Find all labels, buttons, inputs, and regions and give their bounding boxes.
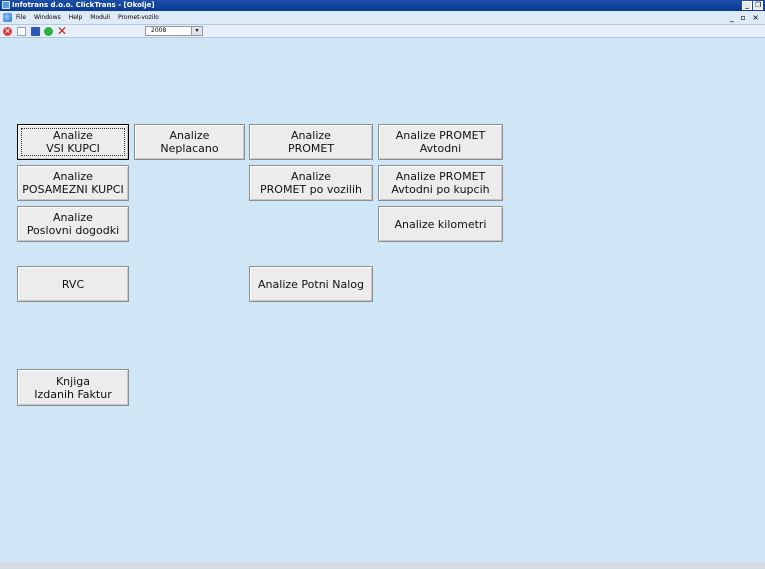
save-icon[interactable] bbox=[31, 27, 40, 36]
mdi-document-icon[interactable] bbox=[3, 13, 12, 22]
window-titlebar: Infotrans d.o.o. ClickTrans - [Okolje] _… bbox=[0, 0, 765, 11]
analize-promet-avtodni-button[interactable]: Analize PROMET Avtodni bbox=[378, 124, 503, 160]
restore-button[interactable]: ❐ bbox=[753, 1, 763, 10]
status-bar bbox=[0, 562, 765, 569]
toolbar: × ✕ 2008 ▾ bbox=[0, 25, 765, 38]
stop-icon[interactable]: × bbox=[3, 27, 12, 36]
analize-promet-button[interactable]: Analize PROMET bbox=[249, 124, 373, 160]
menu-help[interactable]: Help bbox=[69, 14, 83, 21]
year-select[interactable]: 2008 ▾ bbox=[145, 26, 203, 36]
analize-potni-nalog-button[interactable]: Analize Potni Nalog bbox=[249, 266, 373, 302]
analize-posamezni-kupci-button[interactable]: Analize POSAMEZNI KUPCI bbox=[17, 165, 129, 201]
analize-vsi-kupci-button[interactable]: Analize VSI KUPCI bbox=[17, 124, 129, 160]
year-value: 2008 bbox=[151, 27, 167, 34]
menu: File Windows Help Moduli Promet-vozilo bbox=[16, 11, 165, 24]
mdi-window-controls[interactable]: _ ▫ × bbox=[730, 11, 761, 24]
knjiga-izdanih-faktur-button[interactable]: Knjiga Izdanih Faktur bbox=[17, 369, 129, 406]
app-icon bbox=[2, 1, 10, 9]
analize-neplacano-button[interactable]: Analize Neplacano bbox=[134, 124, 245, 160]
delete-icon[interactable]: ✕ bbox=[57, 25, 67, 37]
analize-poslovni-dogodki-button[interactable]: Analize Poslovni dogodki bbox=[17, 206, 129, 242]
rvc-button[interactable]: RVC bbox=[17, 266, 129, 302]
refresh-icon[interactable] bbox=[44, 27, 53, 36]
minimize-button[interactable]: _ bbox=[742, 1, 752, 10]
window-title: Infotrans d.o.o. ClickTrans - [Okolje] bbox=[12, 1, 155, 9]
chevron-down-icon[interactable]: ▾ bbox=[191, 27, 202, 35]
menu-file[interactable]: File bbox=[16, 14, 26, 21]
menu-promet-vozilo[interactable]: Promet-vozilo bbox=[118, 14, 159, 21]
analize-promet-po-vozilih-button[interactable]: Analize PROMET po vozilih bbox=[249, 165, 373, 201]
menu-windows[interactable]: Windows bbox=[34, 14, 61, 21]
new-document-icon[interactable] bbox=[17, 27, 26, 36]
analize-kilometri-button[interactable]: Analize kilometri bbox=[378, 206, 503, 242]
menu-moduli[interactable]: Moduli bbox=[90, 14, 110, 21]
analize-promet-avtodni-po-kupcih-button[interactable]: Analize PROMET Avtodni po kupcih bbox=[378, 165, 503, 201]
menubar: File Windows Help Moduli Promet-vozilo _… bbox=[0, 11, 765, 25]
